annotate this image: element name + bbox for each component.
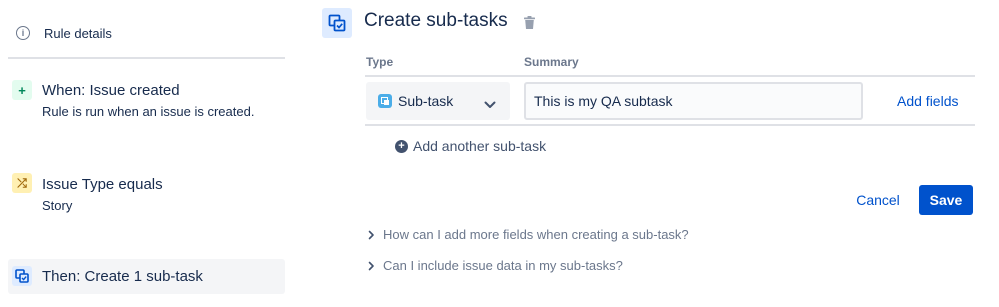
- trigger-description: Rule is run when an issue is created.: [42, 104, 255, 119]
- plus-icon: +: [12, 80, 32, 100]
- faq-item[interactable]: Can I include issue data in my sub-tasks…: [368, 258, 623, 273]
- subtask-type-icon: [378, 94, 392, 108]
- rule-components-list: i Rule details + When: Issue created Rul…: [0, 0, 290, 307]
- chevron-right-icon: [368, 230, 382, 240]
- issue-type-select[interactable]: Sub-task: [366, 82, 510, 120]
- faq-question: How can I add more fields when creating …: [383, 227, 689, 242]
- add-circle-icon: +: [395, 139, 408, 153]
- faq-question: Can I include issue data in my sub-tasks…: [383, 258, 623, 273]
- chevron-right-icon: [368, 261, 382, 271]
- summary-column-header: Summary: [524, 55, 579, 69]
- action-title: Then: Create 1 sub-task: [42, 268, 203, 285]
- chevron-down-icon: [484, 96, 496, 114]
- condition-value: Story: [42, 198, 73, 213]
- issue-type-value: Sub-task: [398, 93, 454, 109]
- subtask-icon: [322, 8, 352, 38]
- cancel-button[interactable]: Cancel: [848, 185, 908, 215]
- rule-details-item[interactable]: i Rule details: [14, 22, 112, 44]
- add-fields-link[interactable]: Add fields: [897, 93, 958, 109]
- summary-input[interactable]: [524, 82, 863, 120]
- type-column-header: Type: [366, 55, 394, 69]
- trigger-title: When: Issue created: [42, 82, 180, 99]
- add-another-subtask-button[interactable]: + Add another sub-task: [395, 138, 546, 154]
- condition-title: Issue Type equals: [42, 176, 163, 193]
- info-icon: i: [16, 26, 30, 40]
- condition-component[interactable]: ⤮ Issue Type equals Story: [8, 173, 285, 217]
- faq-item[interactable]: How can I add more fields when creating …: [368, 227, 689, 242]
- table-row-divider: [365, 124, 975, 126]
- sidebar-divider: [8, 57, 285, 59]
- save-button[interactable]: Save: [919, 185, 973, 215]
- shuffle-icon: ⤮: [12, 173, 32, 193]
- trigger-component[interactable]: + When: Issue created Rule is run when a…: [8, 80, 285, 124]
- panel-title: Create sub-tasks: [364, 10, 508, 31]
- add-another-subtask-label: Add another sub-task: [413, 138, 547, 154]
- trash-icon[interactable]: [524, 16, 535, 34]
- table-header-divider: [365, 75, 975, 77]
- subtask-icon: [12, 266, 32, 286]
- action-component[interactable]: Then: Create 1 sub-task: [8, 259, 285, 294]
- rule-details-label: Rule details: [44, 25, 112, 41]
